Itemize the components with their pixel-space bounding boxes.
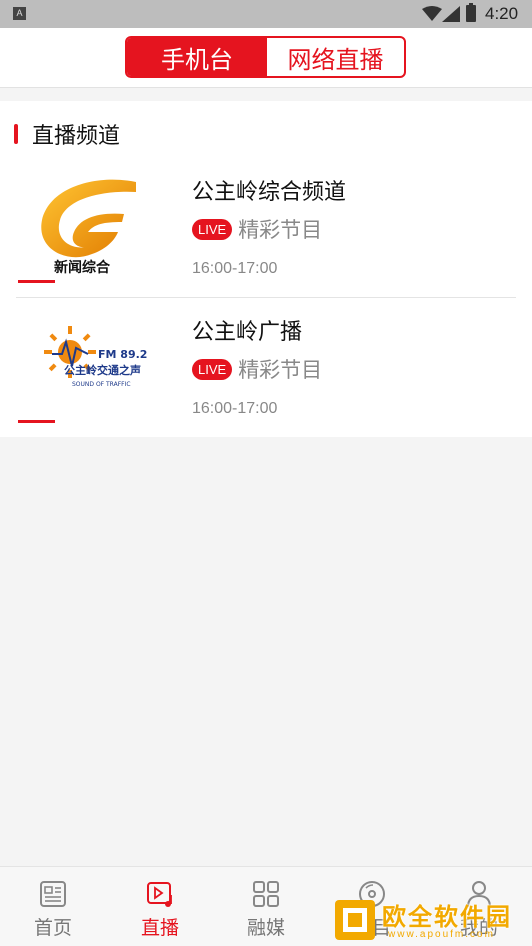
watermark: 欧全软件园 www.apoufm.com (330, 893, 532, 946)
notification-icon: A (13, 7, 26, 20)
segment-control: 手机台 网络直播 (125, 36, 406, 78)
golden-g-logo-icon: 新闻综合 (41, 179, 136, 276)
news-icon (40, 881, 66, 907)
tab-mobile-tv[interactable]: 手机台 (127, 38, 267, 76)
channel-name: 公主岭广播 (192, 320, 303, 345)
tab-network-live[interactable]: 网络直播 (267, 38, 404, 76)
battery-icon (466, 3, 476, 22)
channel-row[interactable]: FM 89.2 公主岭交通之声 SOUND OF TRAFFIC 公主岭广播 L… (0, 298, 532, 438)
status-time: 4:20 (485, 4, 519, 23)
nav-label: 融媒 (246, 917, 285, 939)
status-bar: A 4:20 (0, 0, 532, 28)
logo-underline (18, 420, 55, 423)
watermark-url: www.apoufm.com (388, 929, 495, 940)
signal-icon (442, 6, 460, 22)
section-header: 直播频道 (14, 118, 120, 150)
channel-logo: FM 89.2 公主岭交通之声 SOUND OF TRAFFIC (18, 312, 168, 423)
watermark-logo-icon (335, 900, 375, 940)
section-title: 直播频道 (32, 124, 121, 149)
top-bar: 手机台 网络直播 (0, 28, 532, 88)
live-info: LIVE 精彩节目 (192, 214, 322, 244)
nav-live[interactable]: 直播 (120, 879, 200, 940)
program-time: 16:00-17:00 (192, 260, 278, 277)
program-name: 精彩节目 (238, 218, 323, 242)
nav-home[interactable]: 首页 (13, 879, 93, 940)
nav-media[interactable]: 融媒 (226, 879, 306, 940)
logo-text: 新闻综合 (54, 259, 111, 276)
logo-cn-text: 公主岭交通之声 (64, 363, 141, 377)
watermark-text: 欧全软件园 (382, 903, 512, 931)
live-info: LIVE 精彩节目 (192, 354, 322, 384)
live-badge: LIVE (192, 218, 233, 240)
sun-wave-logo-icon: FM 89.2 公主岭交通之声 SOUND OF TRAFFIC (44, 326, 147, 388)
live-channel-card: 直播频道 新闻综合 公主岭综合频道 LIVE 精彩节目 16:00-17:00 (0, 101, 532, 437)
program-name: 精彩节目 (238, 358, 323, 382)
logo-en-text: SOUND OF TRAFFIC (72, 381, 131, 388)
channel-row[interactable]: 新闻综合 公主岭综合频道 LIVE 精彩节目 16:00-17:00 (0, 158, 532, 298)
wifi-icon (422, 6, 442, 21)
nav-label: 首页 (33, 917, 72, 939)
program-time: 16:00-17:00 (192, 400, 278, 417)
live-badge: LIVE (192, 358, 233, 380)
logo-underline (18, 280, 55, 283)
live-play-icon (147, 882, 172, 907)
nav-label: 直播 (140, 917, 179, 939)
logo-fm-text: FM 89.2 (98, 348, 147, 361)
section-accent-bar (14, 124, 18, 144)
channel-logo: 新闻综合 (18, 172, 168, 283)
channel-name: 公主岭综合频道 (192, 180, 347, 205)
grid-icon (253, 881, 279, 907)
